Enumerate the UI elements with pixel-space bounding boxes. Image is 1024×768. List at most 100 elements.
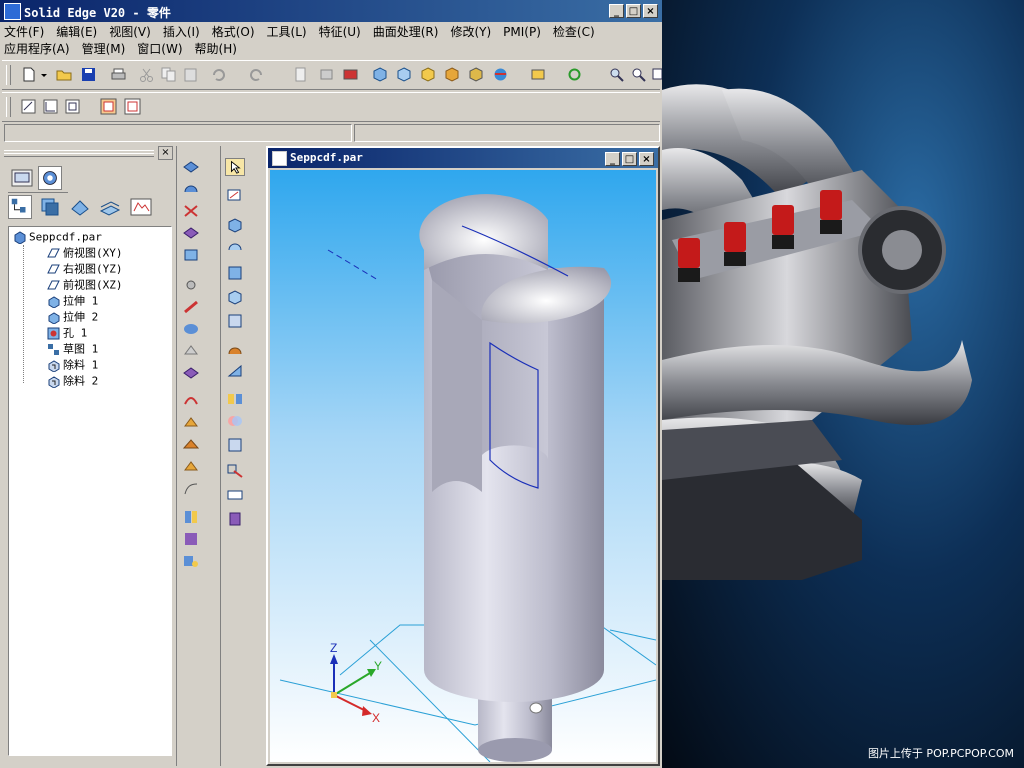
menu-inspect[interactable]: 检查(C): [553, 25, 595, 39]
select-tool-icon[interactable]: [225, 158, 245, 176]
tree-item-cutout-2[interactable]: 除料 2: [47, 373, 98, 389]
fit-view-icon[interactable]: [652, 66, 662, 83]
select-tools-icon[interactable]: [318, 66, 335, 83]
view-cube-2-icon[interactable]: [396, 66, 413, 83]
sketches-tab-icon[interactable]: [98, 195, 122, 219]
thicken-icon[interactable]: [225, 510, 245, 528]
view-drawing-icon[interactable]: [64, 98, 81, 115]
delete-faces-icon[interactable]: [225, 486, 245, 504]
tree-item-sketch-1[interactable]: 草图 1: [47, 341, 98, 357]
cutout-tool-icon[interactable]: [181, 202, 201, 220]
menu-modify[interactable]: 修改(Y): [450, 25, 491, 39]
print-icon[interactable]: [110, 66, 127, 83]
menu-format[interactable]: 格式(O): [212, 25, 255, 39]
round-tool-icon[interactable]: [181, 320, 201, 338]
intersect-icon[interactable]: [225, 412, 245, 430]
family-parts-tab-icon[interactable]: [68, 195, 92, 219]
feature-pathfinder-tab-icon[interactable]: [8, 195, 32, 219]
menu-file[interactable]: 文件(F): [4, 25, 44, 39]
menu-edit[interactable]: 编辑(E): [56, 25, 97, 39]
sphere-view-icon[interactable]: [492, 66, 509, 83]
toolbar-grip[interactable]: [6, 65, 11, 85]
scale-body-icon[interactable]: [225, 462, 245, 480]
copy-icon[interactable]: [160, 66, 177, 83]
pattern-tool-icon[interactable]: [181, 530, 201, 548]
menu-pmi[interactable]: PMI(P): [503, 25, 541, 39]
menu-surfacing[interactable]: 曲面处理(R): [373, 25, 439, 39]
close-button[interactable]: ×: [643, 4, 658, 18]
tree-item-right-plane[interactable]: 右视图(YZ): [47, 261, 123, 277]
save-icon[interactable]: [80, 66, 97, 83]
thin-wall-tool-icon[interactable]: [181, 392, 201, 410]
menu-applications[interactable]: 应用程序(A): [4, 42, 70, 56]
doc-minimize-button[interactable]: _: [605, 152, 620, 166]
sensors-tab-icon[interactable]: [128, 195, 154, 219]
new-file-icon[interactable]: [20, 66, 37, 83]
layers-tab-icon[interactable]: [38, 195, 62, 219]
lip-tool-icon[interactable]: [181, 458, 201, 476]
3d-viewport[interactable]: Z Y X: [270, 170, 656, 762]
menu-insert[interactable]: 插入(I): [163, 25, 200, 39]
view-cube-1-icon[interactable]: [372, 66, 389, 83]
view-cube-4-icon[interactable]: [444, 66, 461, 83]
redo-icon[interactable]: [248, 66, 265, 83]
open-folder-icon[interactable]: [56, 66, 73, 83]
split-body-icon[interactable]: [225, 390, 245, 408]
vent-tool-icon[interactable]: [181, 480, 201, 498]
view-cube-3-icon[interactable]: [420, 66, 437, 83]
chamfer-tool-icon[interactable]: [181, 342, 201, 360]
tree-root[interactable]: Seppcdf.par: [13, 229, 102, 245]
thread-tool-icon[interactable]: [181, 298, 201, 316]
tree-item-protrusion-1[interactable]: 拉伸 1: [47, 293, 98, 309]
revolve-surface-icon[interactable]: [225, 238, 245, 256]
stitch-surface-icon[interactable]: [225, 340, 245, 358]
zoom-icon[interactable]: [630, 66, 647, 83]
rib-tool-icon[interactable]: [181, 414, 201, 432]
web-network-tool-icon[interactable]: [181, 436, 201, 454]
zoom-area-icon[interactable]: [608, 66, 625, 83]
tree-item-hole-1[interactable]: 孔 1: [47, 325, 87, 341]
minimize-button[interactable]: _: [609, 4, 624, 18]
tree-item-top-plane[interactable]: 俯视图(XY): [47, 245, 123, 261]
hole-tool-icon[interactable]: [181, 276, 201, 294]
view-sketch-icon[interactable]: [42, 98, 59, 115]
menu-features[interactable]: 特征(U): [319, 25, 361, 39]
tree-item-cutout-1[interactable]: 除料 1: [47, 357, 98, 373]
menu-view[interactable]: 视图(V): [109, 25, 151, 39]
view-cube-5-icon[interactable]: [468, 66, 485, 83]
menu-help[interactable]: 帮助(H): [195, 42, 237, 56]
draft-tool-icon[interactable]: [181, 364, 201, 382]
undo-icon[interactable]: [210, 66, 227, 83]
layers-icon[interactable]: [530, 66, 547, 83]
properties-icon[interactable]: [292, 66, 309, 83]
paste-icon[interactable]: [182, 66, 199, 83]
render-icon[interactable]: [342, 66, 359, 83]
protrusion-tool-icon[interactable]: [181, 158, 201, 176]
feature-library-icon[interactable]: [38, 166, 62, 190]
panel-close-icon[interactable]: ×: [158, 146, 173, 160]
tree-item-front-plane[interactable]: 前视图(XZ): [47, 277, 123, 293]
sweep-surface-icon[interactable]: [225, 264, 245, 282]
part-copy-tool-icon[interactable]: [181, 552, 201, 570]
rotate-view-icon[interactable]: [566, 66, 583, 83]
revolve-tool-icon[interactable]: [181, 180, 201, 198]
menu-tools[interactable]: 工具(L): [267, 25, 307, 39]
cut-icon[interactable]: [138, 66, 155, 83]
new-dropdown-icon[interactable]: [40, 66, 48, 83]
trim-surface-icon[interactable]: [225, 436, 245, 454]
display-mode-1-icon[interactable]: [100, 98, 117, 115]
display-mode-2-icon[interactable]: [124, 98, 141, 115]
mirror-tool-icon[interactable]: [181, 508, 201, 526]
menu-manage[interactable]: 管理(M): [82, 42, 126, 56]
doc-maximize-button[interactable]: □: [622, 152, 637, 166]
parts-library-icon[interactable]: [10, 166, 34, 190]
maximize-button[interactable]: □: [626, 4, 641, 18]
tree-item-protrusion-2[interactable]: 拉伸 2: [47, 309, 98, 325]
view-edit-icon[interactable]: [20, 98, 37, 115]
sweep-tool-icon[interactable]: [181, 224, 201, 242]
sketch-tool-icon[interactable]: [225, 186, 245, 204]
copy-surface-icon[interactable]: [225, 312, 245, 330]
loft-tool-icon[interactable]: [181, 246, 201, 264]
menu-window[interactable]: 窗口(W): [137, 42, 182, 56]
doc-close-button[interactable]: ×: [639, 152, 654, 166]
